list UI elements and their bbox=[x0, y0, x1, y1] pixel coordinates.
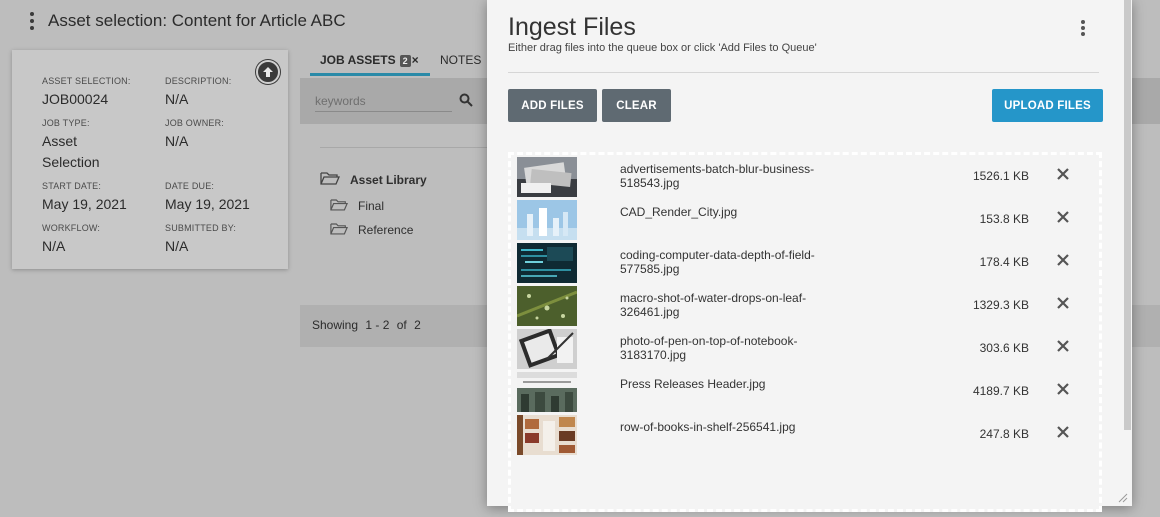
remove-file-icon[interactable] bbox=[1057, 425, 1069, 443]
info-field: SUBMITTED BY: N/A bbox=[165, 223, 237, 254]
upload-arrow-icon[interactable] bbox=[256, 60, 280, 84]
file-size: 303.6 KB bbox=[979, 341, 1029, 355]
file-size: 1329.3 KB bbox=[972, 298, 1029, 312]
info-field: WORKFLOW: N/A bbox=[42, 223, 101, 254]
dialog-menu-icon[interactable] bbox=[1078, 20, 1088, 36]
remove-file-icon[interactable] bbox=[1057, 296, 1069, 314]
file-size: 153.8 KB bbox=[979, 212, 1029, 226]
file-thumbnail bbox=[517, 243, 577, 283]
dialog-subtitle: Either drag files into the queue box or … bbox=[508, 42, 817, 54]
file-name: CAD_Render_City.jpg bbox=[620, 205, 738, 219]
file-row: Press Releases Header.jpg 4189.7 KB bbox=[515, 372, 1091, 413]
file-thumbnail bbox=[517, 415, 577, 455]
search-input[interactable] bbox=[315, 90, 452, 112]
file-name: Press Releases Header.jpg bbox=[620, 377, 766, 391]
search-bar-edge bbox=[1130, 78, 1160, 124]
folder-open-icon bbox=[330, 198, 348, 214]
file-row: coding-computer-data-depth-of-field-5775… bbox=[515, 243, 1091, 284]
asset-count-badge: 2 bbox=[399, 55, 411, 67]
file-row: advertisements-batch-blur-business-51854… bbox=[515, 157, 1091, 198]
file-thumbnail bbox=[517, 200, 577, 240]
file-size: 178.4 KB bbox=[979, 255, 1029, 269]
dialog-scrollbar[interactable] bbox=[1124, 0, 1131, 430]
pagination-status: Showing 1 - 2 of 2 bbox=[312, 318, 421, 332]
upload-files-button[interactable]: UPLOAD FILES bbox=[992, 89, 1103, 122]
remove-file-icon[interactable] bbox=[1057, 382, 1069, 400]
info-field: DATE DUE: May 19, 2021 bbox=[165, 181, 250, 212]
tab-job-assets[interactable]: JOB ASSETS 2 × bbox=[310, 44, 430, 76]
remove-file-icon[interactable] bbox=[1057, 167, 1069, 185]
divider bbox=[508, 72, 1099, 73]
pagination-bar-edge bbox=[1130, 305, 1160, 347]
tab-notes[interactable]: NOTES bbox=[438, 44, 481, 76]
file-thumbnail bbox=[517, 329, 577, 369]
file-name: row-of-books-in-shelf-256541.jpg bbox=[620, 420, 796, 434]
remove-file-icon[interactable] bbox=[1057, 210, 1069, 228]
ingest-files-dialog: Ingest Files Either drag files into the … bbox=[487, 0, 1132, 512]
folder-open-icon bbox=[320, 171, 340, 188]
info-field: START DATE: May 19, 2021 bbox=[42, 181, 127, 212]
add-files-button[interactable]: ADD FILES bbox=[508, 89, 597, 122]
file-name: advertisements-batch-blur-business-51854… bbox=[620, 162, 815, 190]
tree-item-asset-library[interactable]: Asset Library bbox=[320, 171, 427, 188]
file-name: photo-of-pen-on-top-of-notebook-3183170.… bbox=[620, 334, 798, 362]
clear-button[interactable]: CLEAR bbox=[602, 89, 671, 122]
tree-item-reference[interactable]: Reference bbox=[330, 222, 413, 238]
file-row: CAD_Render_City.jpg 153.8 KB bbox=[515, 200, 1091, 241]
tree-item-final[interactable]: Final bbox=[330, 198, 384, 214]
close-icon[interactable]: × bbox=[412, 53, 419, 67]
file-name: coding-computer-data-depth-of-field-5775… bbox=[620, 248, 815, 276]
file-thumbnail bbox=[517, 157, 577, 197]
page-menu-icon[interactable] bbox=[26, 12, 38, 30]
file-row: row-of-books-in-shelf-256541.jpg 247.8 K… bbox=[515, 415, 1091, 456]
info-field: JOB TYPE: Asset Selection bbox=[42, 118, 100, 170]
page-title: Asset selection: Content for Article ABC bbox=[48, 11, 346, 30]
resize-handle-icon[interactable] bbox=[1116, 490, 1128, 508]
divider bbox=[320, 147, 500, 148]
remove-file-icon[interactable] bbox=[1057, 339, 1069, 357]
search-icon[interactable] bbox=[459, 93, 473, 112]
file-size: 4189.7 KB bbox=[972, 384, 1029, 398]
file-row: photo-of-pen-on-top-of-notebook-3183170.… bbox=[515, 329, 1091, 370]
info-field: ASSET SELECTION: JOB00024 bbox=[42, 76, 131, 107]
info-field: JOB OWNER: N/A bbox=[165, 118, 225, 149]
info-field: DESCRIPTION: N/A bbox=[165, 76, 232, 107]
dialog-title: Ingest Files bbox=[508, 13, 636, 41]
file-thumbnail bbox=[517, 372, 577, 412]
file-row: macro-shot-of-water-drops-on-leaf-326461… bbox=[515, 286, 1091, 327]
job-info-card: ASSET SELECTION: JOB00024 DESCRIPTION: N… bbox=[12, 50, 288, 269]
file-size: 247.8 KB bbox=[979, 427, 1029, 441]
remove-file-icon[interactable] bbox=[1057, 253, 1069, 271]
file-thumbnail bbox=[517, 286, 577, 326]
file-name: macro-shot-of-water-drops-on-leaf-326461… bbox=[620, 291, 807, 319]
file-size: 1526.1 KB bbox=[972, 169, 1029, 183]
folder-open-icon bbox=[330, 222, 348, 238]
